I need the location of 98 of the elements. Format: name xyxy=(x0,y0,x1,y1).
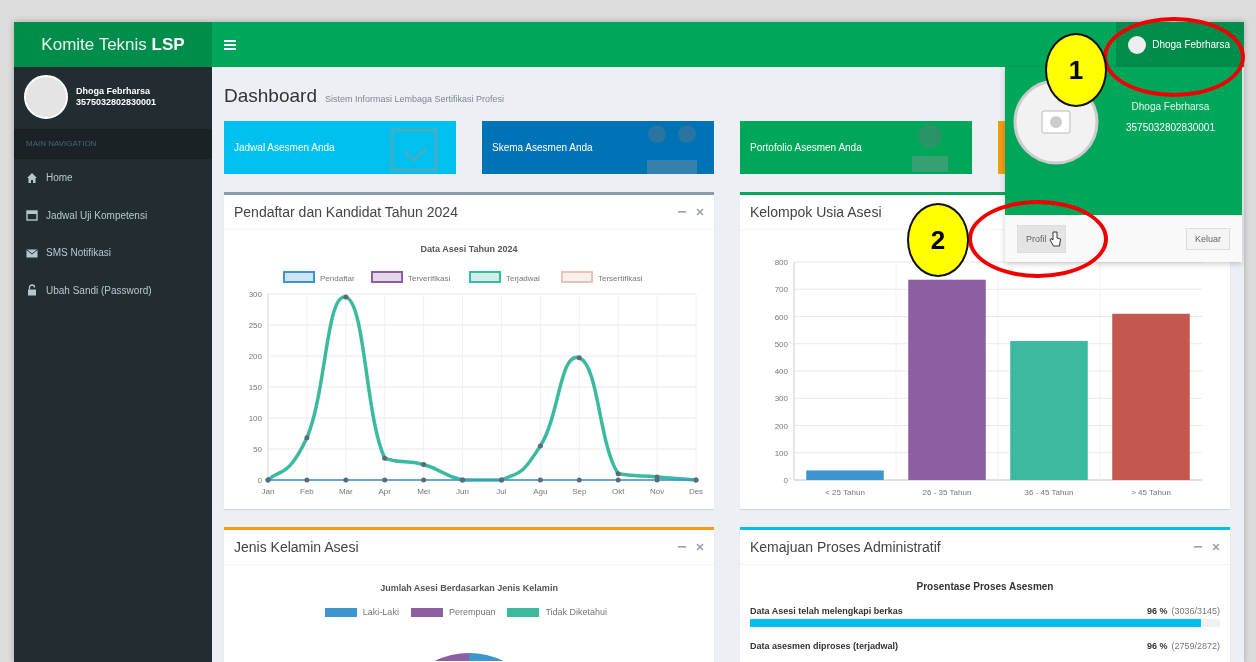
data-point xyxy=(537,477,543,483)
axis-tick-label: 400 xyxy=(774,367,788,376)
progress-percent: 96 % xyxy=(1146,641,1168,651)
progress-label: Data asesmen diproses (terjadwal) xyxy=(750,641,899,651)
axis-tick-label: 700 xyxy=(774,285,788,295)
progress-label: Data Asesi telah melengkapi berkas xyxy=(750,606,903,616)
axis-tick-label: Nov xyxy=(649,487,665,496)
panel-title: Kemajuan Proses Administratif xyxy=(750,539,941,555)
page-title: Dashboard xyxy=(224,85,317,107)
data-point xyxy=(382,455,388,461)
axis-tick-label: 100 xyxy=(248,414,262,423)
legend-label: Tidak Diketahui xyxy=(545,607,608,617)
info-box[interactable]: Portofolio Asesmen Anda xyxy=(740,121,972,174)
legend-swatch xyxy=(283,271,315,283)
lock-icon xyxy=(26,284,38,297)
user-menu[interactable]: Dhoga Febrharsa xyxy=(1116,22,1244,67)
chart-title: Jumlah Asesi Berdasarkan Jenis Kelamin xyxy=(379,583,559,593)
close-icon[interactable] xyxy=(1212,543,1220,551)
progress-percent: 96 % xyxy=(1146,606,1168,616)
legend-label: Tersertifikasi xyxy=(598,274,643,283)
data-point xyxy=(343,294,349,300)
data-point xyxy=(576,355,582,361)
axis-tick-label: Apr xyxy=(378,487,391,496)
legend-swatch xyxy=(371,271,403,283)
home-icon xyxy=(26,171,38,184)
legend-label: Terverifikasi xyxy=(408,274,451,283)
minimize-icon[interactable] xyxy=(678,208,686,216)
legend-swatch xyxy=(469,271,501,283)
data-point xyxy=(421,477,427,483)
legend-label: Pendaftar xyxy=(320,274,355,283)
user-avatar xyxy=(24,75,68,119)
hand-cursor-icon xyxy=(1048,230,1061,247)
minimize-icon[interactable] xyxy=(1194,543,1202,551)
legend-label: Perempuan xyxy=(448,607,496,617)
axis-tick-label: Sep xyxy=(572,487,587,496)
panel-title: Jenis Kelamin Asesi xyxy=(234,539,359,555)
profile-button[interactable]: Profil xyxy=(1017,224,1066,253)
envelope-icon xyxy=(26,246,38,259)
axis-tick-label: > 45 Tahun xyxy=(1131,488,1171,497)
legend-label: Terjadwal xyxy=(506,274,540,283)
axis-tick-label: 300 xyxy=(248,290,262,299)
sidebar-menu-item[interactable]: Home xyxy=(14,159,212,197)
axis-tick-label: 300 xyxy=(774,394,788,404)
axis-tick-label: 600 xyxy=(774,312,788,322)
data-point xyxy=(304,477,310,483)
data-point xyxy=(576,477,582,483)
menu-icon[interactable] xyxy=(224,39,236,50)
logout-button[interactable]: Keluar xyxy=(1186,227,1230,250)
user-avatar xyxy=(1128,35,1147,54)
axis-tick-label: Jun xyxy=(456,487,469,496)
user-id: 3575032802830001 xyxy=(1125,122,1216,133)
page-subtitle: Sistem Informasi Lembaga Sertifikasi Profesi xyxy=(324,94,505,104)
data-point xyxy=(343,477,349,483)
user-name: Dhoga Febrharsa xyxy=(76,86,152,97)
data-point xyxy=(304,435,310,441)
pie-chart-drawing xyxy=(434,653,504,661)
info-box[interactable]: Skema Asesmen Anda xyxy=(482,121,714,174)
axis-tick-label: 200 xyxy=(774,421,788,431)
legend-swatch xyxy=(561,271,593,283)
axis-tick-label: 100 xyxy=(774,448,788,458)
user-id: 3575032802830001 xyxy=(76,97,157,108)
data-point xyxy=(537,443,543,449)
axis-tick-label: 0 xyxy=(783,476,788,485)
user-name: Dhoga Febrharsa xyxy=(1130,101,1211,112)
axis-tick-label: 26 - 35 Tahun xyxy=(922,488,972,497)
axis-tick-label: 200 xyxy=(248,352,262,361)
sidebar-header: MAIN NAVIGATION xyxy=(14,129,212,159)
axis-tick-label: Jul xyxy=(496,487,507,496)
axis-tick-label: 800 xyxy=(774,258,788,267)
progress-count: (2759/2872) xyxy=(1171,641,1220,651)
progress-heading: Prosentase Proses Asesmen xyxy=(915,581,1055,592)
data-point xyxy=(382,477,388,483)
axis-tick-label: Okt xyxy=(611,487,625,496)
close-icon[interactable] xyxy=(696,543,704,551)
axis-tick-label: 250 xyxy=(248,321,262,330)
data-point xyxy=(421,462,427,467)
axis-tick-label: Mar xyxy=(338,487,353,496)
chart-title: Data Asesi Tahun 2024 xyxy=(420,244,518,254)
axis-tick-label: 500 xyxy=(774,339,788,349)
panel-title: Pendaftar dan Kandidat Tahun 2024 xyxy=(234,204,458,220)
axis-tick-label: < 25 Tahun xyxy=(825,488,865,497)
progress-count: (3036/3145) xyxy=(1171,606,1220,616)
sidebar-menu-item[interactable]: SMS Notifikasi xyxy=(14,234,212,272)
sidebar-menu-item[interactable]: Jadwal Uji Kompetensi xyxy=(14,196,212,234)
close-icon[interactable] xyxy=(696,208,704,216)
axis-tick-label: 0 xyxy=(257,476,262,485)
panel-title: Kelompok Usia Asesi xyxy=(750,204,882,220)
axis-tick-label: 150 xyxy=(248,383,262,392)
minimize-icon[interactable] xyxy=(678,543,686,551)
axis-tick-label: 36 - 45 Tahun xyxy=(1024,488,1074,497)
axis-tick-label: 50 xyxy=(253,445,262,454)
axis-tick-label: Feb xyxy=(300,487,314,496)
axis-tick-label: Des xyxy=(688,487,704,496)
legend-label: Laki-Laki xyxy=(362,607,399,617)
axis-tick-label: Agu xyxy=(533,487,548,496)
axis-tick-label: Mei xyxy=(417,487,431,496)
sidebar-menu-item[interactable]: Ubah Sandi (Password) xyxy=(14,271,212,309)
axis-tick-label: Jan xyxy=(261,487,275,496)
